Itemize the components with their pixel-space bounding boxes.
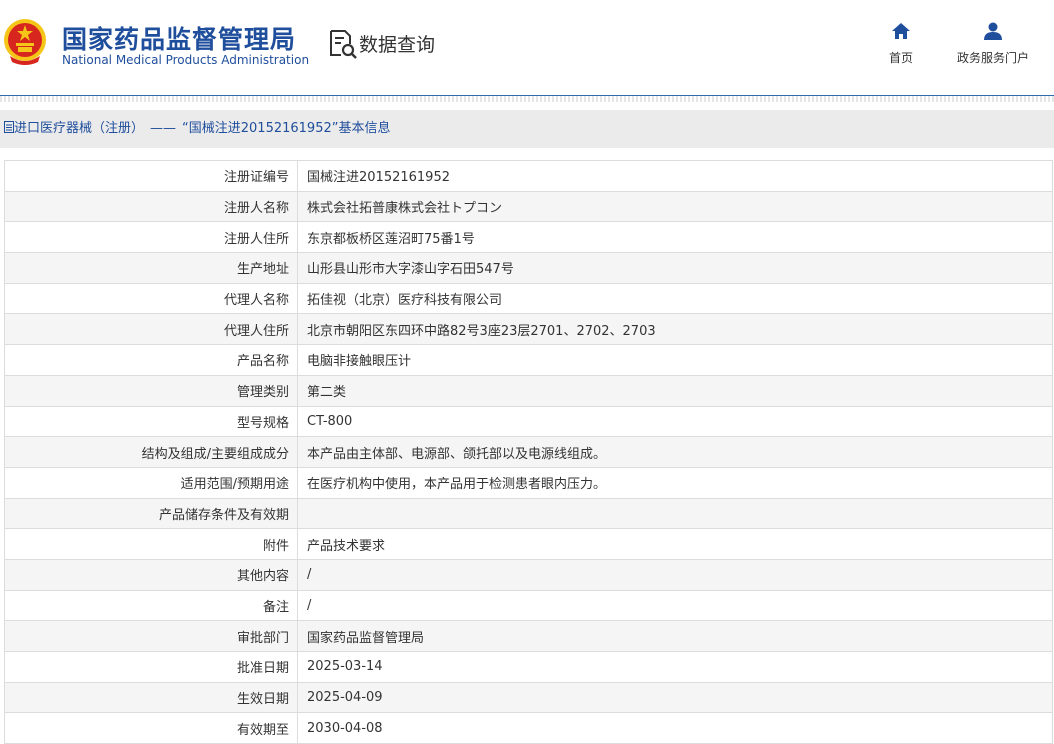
row-value: 国家药品监督管理局 <box>297 620 1053 652</box>
row-value: 2030-04-08 <box>297 712 1053 744</box>
row-value: 在医疗机构中使用，本产品用于检测患者眼内压力。 <box>297 466 1053 499</box>
user-icon <box>984 22 1002 40</box>
table-row: 附件 产品技术要求 <box>4 528 1053 560</box>
site-header: 国家药品监督管理局 National Medical Products Admi… <box>0 0 1054 96</box>
row-value: 山形县山形市大字漆山字石田547号 <box>297 252 1053 284</box>
detail-table-container: 注册证编号 国械注进20152161952 注册人名称 株式会社拓普康株式会社トプコン… <box>4 160 1053 744</box>
table-row: 代理人名称 拓佳视（北京）医疗科技有限公司 <box>4 282 1053 315</box>
row-label: 其他内容 <box>4 558 298 591</box>
row-label: 生产地址 <box>4 252 298 284</box>
row-label: 产品名称 <box>4 344 298 376</box>
row-label: 批准日期 <box>4 651 298 683</box>
row-label: 注册证编号 <box>4 160 298 192</box>
table-row: 审批部门 国家药品监督管理局 <box>4 620 1053 652</box>
table-row: 其他内容 / <box>4 558 1053 591</box>
document-icon <box>4 121 14 133</box>
row-value: 2025-03-14 <box>297 651 1053 683</box>
decorative-stripe <box>0 96 1054 102</box>
table-row: 批准日期 2025-03-14 <box>4 651 1053 683</box>
breadcrumb-current-page: “国械注进20152161952”基本信息 <box>182 121 391 136</box>
row-label: 型号规格 <box>4 405 298 438</box>
row-label: 适用范围/预期用途 <box>4 466 298 499</box>
table-row: 管理类别 第二类 <box>4 374 1053 407</box>
row-label: 代理人住所 <box>4 313 298 346</box>
row-label: 结构及组成/主要组成成分 <box>4 436 298 468</box>
table-row: 注册人名称 株式会社拓普康株式会社トプコン <box>4 190 1053 223</box>
row-value <box>297 497 1053 530</box>
home-icon <box>892 23 910 39</box>
document-search-icon <box>330 30 357 59</box>
row-value: / <box>297 589 1053 622</box>
row-value: 国械注进20152161952 <box>297 160 1053 192</box>
nav-service-portal-label: 政务服务门户 <box>956 51 1029 65</box>
table-row: 生效日期 2025-04-09 <box>4 681 1053 714</box>
row-value: / <box>297 558 1053 591</box>
site-subtitle: National Medical Products Administration <box>62 53 310 67</box>
row-value: 东京都板桥区莲沼町75番1号 <box>297 221 1053 254</box>
table-row: 结构及组成/主要组成成分 本产品由主体部、电源部、颌托部以及电源线组成。 <box>4 436 1053 468</box>
row-label: 有效期至 <box>4 712 298 744</box>
registration-detail-table: 注册证编号 国械注进20152161952 注册人名称 株式会社拓普康株式会社トプコン… <box>4 160 1053 744</box>
table-row: 生产地址 山形县山形市大字漆山字石田547号 <box>4 252 1053 284</box>
table-row: 有效期至 2030-04-08 <box>4 712 1053 744</box>
table-row: 适用范围/预期用途 在医疗机构中使用，本产品用于检测患者眼内压力。 <box>4 466 1053 499</box>
row-value: 拓佳视（北京）医疗科技有限公司 <box>297 282 1053 315</box>
row-value: 产品技术要求 <box>297 528 1053 560</box>
header-divider <box>0 95 1054 96</box>
breadcrumb-separator: —— <box>150 121 177 136</box>
breadcrumb: 进口医疗器械（注册） —— “国械注进20152161952”基本信息 <box>0 110 1054 148</box>
row-label: 管理类别 <box>4 374 298 407</box>
table-row: 产品储存条件及有效期 <box>4 497 1053 530</box>
row-label: 产品储存条件及有效期 <box>4 497 298 530</box>
row-value: 电脑非接触眼压计 <box>297 344 1053 376</box>
table-row: 备注 / <box>4 589 1053 622</box>
row-label: 生效日期 <box>4 681 298 714</box>
national-emblem-icon <box>4 19 46 65</box>
row-label: 附件 <box>4 528 298 560</box>
row-value: 第二类 <box>297 374 1053 407</box>
table-row: 型号规格 CT-800 <box>4 405 1053 438</box>
nav-home[interactable]: 首页 <box>885 22 917 66</box>
row-value: 2025-04-09 <box>297 681 1053 714</box>
row-label: 代理人名称 <box>4 282 298 315</box>
row-value: CT-800 <box>297 405 1053 438</box>
nav-home-label: 首页 <box>888 51 913 65</box>
data-query-label: 数据查询 <box>359 34 436 56</box>
site-title: 国家药品监督管理局 <box>62 25 297 54</box>
row-label: 备注 <box>4 589 298 622</box>
table-row: 注册人住所 东京都板桥区莲沼町75番1号 <box>4 221 1053 254</box>
row-label: 审批部门 <box>4 620 298 652</box>
row-label: 注册人住所 <box>4 221 298 254</box>
breadcrumb-section-link[interactable]: 进口医疗器械（注册） <box>14 121 144 136</box>
table-row: 注册证编号 国械注进20152161952 <box>4 160 1053 192</box>
table-row: 代理人住所 北京市朝阳区东四环中路82号3座23层2701、2702、2703 <box>4 313 1053 346</box>
row-value: 株式会社拓普康株式会社トプコン <box>297 190 1053 223</box>
row-value: 北京市朝阳区东四环中路82号3座23层2701、2702、2703 <box>297 313 1053 346</box>
nav-service-portal[interactable]: 政务服务门户 <box>950 22 1036 66</box>
table-row: 产品名称 电脑非接触眼压计 <box>4 344 1053 376</box>
row-label: 注册人名称 <box>4 190 298 223</box>
row-value: 本产品由主体部、电源部、颌托部以及电源线组成。 <box>297 436 1053 468</box>
